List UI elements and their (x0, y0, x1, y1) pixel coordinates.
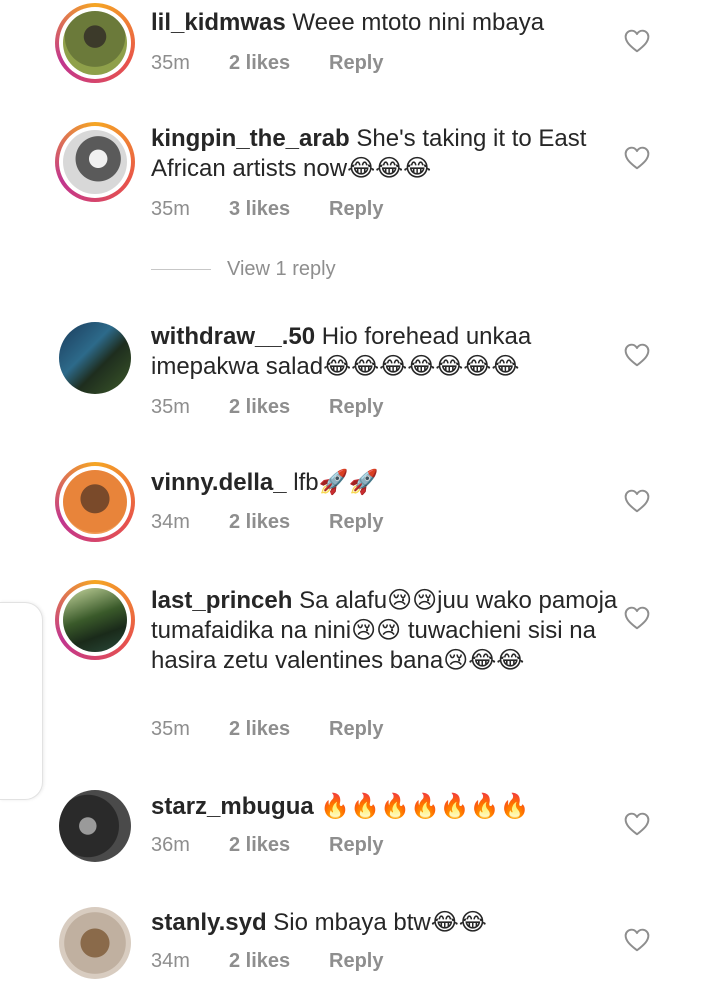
avatar-story-ring[interactable] (55, 580, 135, 660)
comment-username[interactable]: starz_mbugua (151, 793, 314, 820)
reply-button[interactable]: Reply (329, 52, 383, 75)
comment-text: Sio mbaya btw😂😂 (273, 909, 487, 936)
avatar (63, 130, 127, 194)
divider-line (151, 269, 211, 271)
comment-username[interactable]: last_princeh (151, 587, 292, 614)
avatar-frame[interactable] (55, 786, 135, 866)
comment-likes[interactable]: 2 likes (229, 52, 329, 75)
avatar (63, 588, 127, 652)
avatar (59, 907, 131, 979)
edge-panel-handle[interactable] (0, 602, 43, 800)
comment-username[interactable]: withdraw__.50 (151, 323, 315, 350)
avatar-frame[interactable] (55, 903, 135, 983)
comment-likes[interactable]: 2 likes (229, 511, 329, 534)
heart-outline-icon[interactable] (624, 928, 650, 952)
heart-outline-icon[interactable] (624, 489, 650, 513)
avatar (63, 11, 127, 75)
comment-time: 35m (151, 396, 190, 418)
comment-time: 34m (151, 511, 190, 533)
view-replies-label: View 1 reply (227, 258, 336, 280)
heart-outline-icon[interactable] (624, 29, 650, 53)
comment-likes[interactable]: 2 likes (229, 396, 329, 419)
comment-likes[interactable]: 2 likes (229, 834, 329, 857)
comment-time: 35m (151, 718, 190, 740)
comment-time: 34m (151, 950, 190, 972)
reply-button[interactable]: Reply (329, 198, 383, 221)
comment-text: lfb🚀🚀 (293, 469, 379, 496)
heart-outline-icon[interactable] (624, 146, 650, 170)
comment-text: Weee mtoto nini mbaya (292, 9, 545, 36)
comment-likes[interactable]: 3 likes (229, 198, 329, 221)
comment-username[interactable]: kingpin_the_arab (151, 125, 350, 152)
comment-time: 36m (151, 834, 190, 856)
comment-username[interactable]: stanly.syd (151, 909, 267, 936)
comment-username[interactable]: lil_kidmwas (151, 9, 286, 36)
heart-outline-icon[interactable] (624, 343, 650, 367)
comment-likes[interactable]: 2 likes (229, 718, 329, 741)
comment-time: 35m (151, 52, 190, 74)
reply-button[interactable]: Reply (329, 718, 383, 741)
avatar-story-ring[interactable] (55, 462, 135, 542)
reply-button[interactable]: Reply (329, 950, 383, 973)
reply-button[interactable]: Reply (329, 834, 383, 857)
heart-outline-icon[interactable] (624, 812, 650, 836)
reply-button[interactable]: Reply (329, 396, 383, 419)
heart-outline-icon[interactable] (624, 606, 650, 630)
reply-button[interactable]: Reply (329, 511, 383, 534)
comment-likes[interactable]: 2 likes (229, 950, 329, 973)
avatar-story-ring[interactable] (55, 3, 135, 83)
avatar (59, 322, 131, 394)
comment-username[interactable]: vinny.della_ (151, 469, 287, 496)
comment-time: 35m (151, 198, 190, 220)
avatar (59, 790, 131, 862)
avatar (63, 470, 127, 534)
avatar-frame[interactable] (55, 318, 135, 398)
view-replies-button[interactable]: View 1 reply (151, 258, 336, 281)
avatar-story-ring[interactable] (55, 122, 135, 202)
comment-text: 🔥🔥🔥🔥🔥🔥🔥 (320, 793, 530, 820)
